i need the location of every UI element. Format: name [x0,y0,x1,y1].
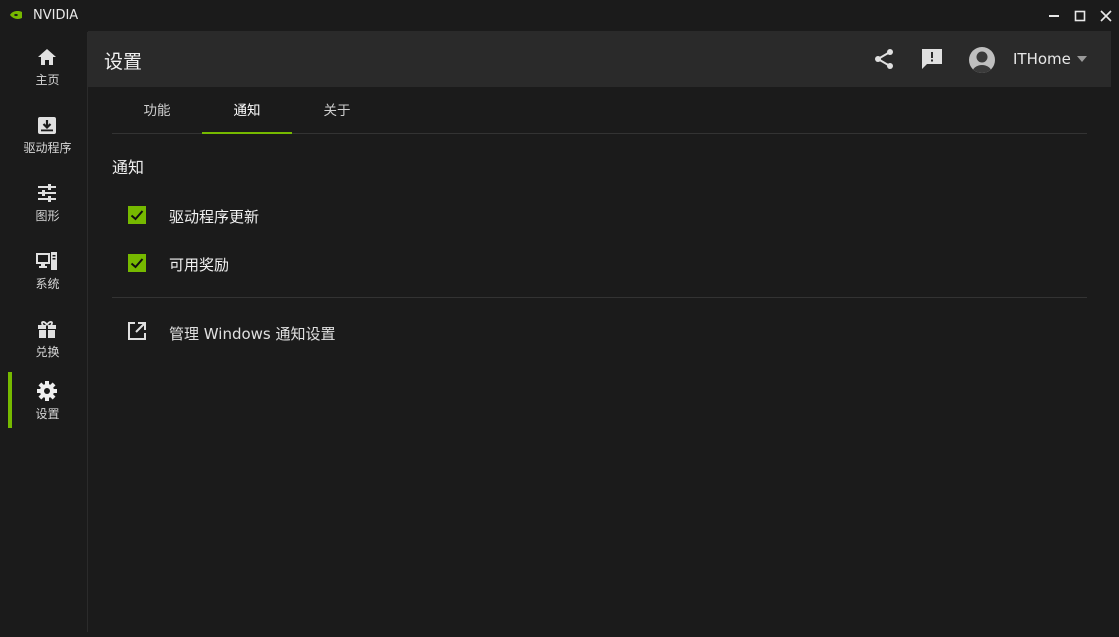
section-title: 通知 [112,158,145,177]
sliders-icon [38,184,56,202]
sidebar-item-label: 兑换 [35,345,60,359]
avatar-icon [972,51,992,73]
sidebar-item-graphics[interactable]: 图形 [0,174,88,234]
download-drawer-icon [38,117,56,134]
page-title: 设置 [104,51,143,73]
avatar[interactable] [969,47,995,73]
sidebar-item-redeem[interactable]: 兑换 [0,310,88,370]
sidebar-item-system[interactable]: 系统 [0,242,88,302]
rewards-checkbox[interactable] [128,254,146,272]
sidebar-item-label: 驱动程序 [23,141,72,155]
home-icon [38,49,56,65]
sidebar-item-label: 图形 [35,209,60,223]
caret-down-icon[interactable] [1076,55,1088,63]
sidebar: 主页 驱动程序 图形 系统 兑换 设置 [0,32,88,632]
tab-features[interactable]: 功能 [112,88,202,134]
gear-icon [37,381,57,401]
checkmark-icon [130,210,144,221]
divider [112,297,1087,298]
rewards-label: 可用奖励 [169,256,230,274]
user-name[interactable]: ITHome [1013,50,1071,68]
driver-update-label: 驱动程序更新 [169,208,260,226]
external-link-icon [128,322,146,340]
monitor-tower-icon [36,252,57,270]
app-title: NVIDIA [33,8,79,23]
feedback-icon [922,49,942,69]
gift-icon [38,321,56,338]
share-button[interactable] [872,47,896,71]
maximize-button[interactable] [1070,6,1090,26]
sidebar-item-label: 设置 [35,407,60,421]
settings-tabs: 功能 通知 关于 [112,88,1087,134]
page-header: 设置 ITHome [88,31,1111,87]
feedback-button[interactable] [920,47,944,71]
manage-windows-notifications-label: 管理 Windows 通知设置 [169,325,336,343]
title-bar: NVIDIA [0,0,1119,32]
maximize-icon [1074,10,1086,22]
tab-about[interactable]: 关于 [292,88,382,134]
minimize-button[interactable] [1044,6,1064,26]
sidebar-item-label: 主页 [35,73,60,87]
close-icon [1100,10,1112,22]
tab-notifications[interactable]: 通知 [202,88,292,134]
checkmark-icon [130,258,144,269]
sidebar-item-settings[interactable]: 设置 [0,372,88,432]
close-button[interactable] [1096,6,1116,26]
nvidia-logo-icon [10,11,22,19]
sidebar-item-label: 系统 [35,277,60,291]
minimize-icon [1049,15,1059,17]
sidebar-item-home[interactable]: 主页 [0,38,88,98]
sidebar-item-drivers[interactable]: 驱动程序 [0,106,88,166]
share-icon [875,49,893,69]
driver-update-checkbox[interactable] [128,206,146,224]
